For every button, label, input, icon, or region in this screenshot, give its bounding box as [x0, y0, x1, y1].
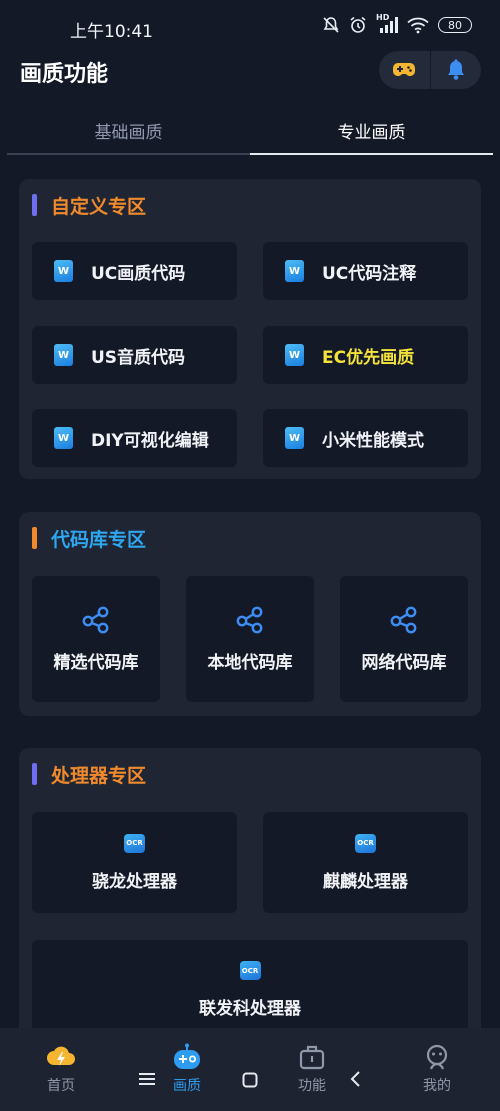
nav-features[interactable]: 功能	[297, 1043, 327, 1095]
tab-underline-pro	[250, 153, 493, 155]
section-processor-header: 处理器专区	[32, 762, 147, 787]
curated-code-library-button[interactable]: 精选代码库	[32, 576, 160, 702]
local-code-library-button[interactable]: 本地代码库	[186, 576, 314, 702]
curated-code-library-label: 精选代码库	[53, 652, 139, 673]
us-audio-code-label: US音质代码	[91, 347, 186, 368]
nav-features-label: 功能	[298, 1078, 326, 1094]
tab-pro-quality[interactable]: 专业画质	[250, 108, 493, 153]
nav-home[interactable]: 首页	[46, 1043, 76, 1095]
online-code-library-label: 网络代码库	[361, 652, 447, 673]
section-accent-bar	[32, 527, 37, 549]
nav-quality[interactable]: 画质	[172, 1043, 202, 1095]
diy-visual-editor-button[interactable]: W DIY可视化编辑	[32, 409, 237, 467]
ocr-chip-icon: OCR	[239, 961, 261, 980]
document-icon: W	[54, 260, 73, 282]
profile-icon	[426, 1044, 448, 1070]
quality-tabs: 基础画质 专业画质	[7, 108, 493, 156]
section-processor-title: 处理器专区	[51, 764, 147, 787]
menu-icon[interactable]	[139, 1072, 155, 1086]
document-icon: W	[285, 260, 304, 282]
ocr-chip-icon: OCR	[355, 833, 376, 853]
nav-home-label: 首页	[47, 1078, 75, 1094]
section-code-library-title: 代码库专区	[51, 528, 147, 551]
document-icon: W	[54, 344, 73, 366]
share-nodes-icon	[390, 606, 417, 633]
section-accent-bar	[32, 763, 37, 785]
alarm-icon	[350, 16, 366, 33]
xiaomi-performance-mode-button[interactable]: W 小米性能模式	[263, 409, 468, 467]
uc-code-notes-button[interactable]: W UC代码注释	[263, 242, 468, 300]
mute-icon	[323, 17, 339, 33]
nav-profile-label: 我的	[423, 1078, 451, 1094]
uc-quality-code-label: UC画质代码	[91, 263, 186, 284]
snapdragon-processor-button[interactable]: OCR 骁龙处理器	[32, 812, 237, 913]
toolbox-icon	[299, 1045, 325, 1070]
document-icon: W	[285, 427, 304, 449]
signal-icon: HD	[376, 13, 398, 34]
section-custom-title: 自定义专区	[51, 195, 147, 218]
document-icon: W	[54, 427, 73, 449]
home-square-icon[interactable]	[242, 1072, 258, 1088]
bottom-navigation: 首页 画质 功能 我的	[0, 1028, 500, 1111]
document-icon: W	[285, 344, 304, 366]
ocr-chip-icon: OCR	[124, 833, 145, 853]
notification-button[interactable]	[431, 51, 482, 89]
bell-icon	[447, 59, 464, 80]
diy-visual-editor-label: DIY可视化编辑	[91, 430, 209, 451]
xiaomi-performance-mode-label: 小米性能模式	[322, 430, 424, 451]
ec-priority-quality-button[interactable]: W EC优先画质	[263, 326, 468, 384]
status-time: 上午10:41	[70, 22, 153, 42]
mediatek-processor-button[interactable]: OCR 联发科处理器	[32, 940, 468, 1040]
nav-profile[interactable]: 我的	[422, 1043, 452, 1095]
page-title: 画质功能	[20, 62, 109, 87]
game-mode-button[interactable]	[379, 51, 430, 89]
battery-level: 80	[448, 18, 462, 32]
section-accent-bar	[32, 194, 37, 216]
back-icon[interactable]	[349, 1070, 361, 1088]
section-custom: 自定义专区 W UC画质代码 W UC代码注释 W US音质代码 W EC优先画…	[19, 179, 481, 479]
mediatek-processor-label: 联发科处理器	[199, 999, 301, 1019]
status-icons: HD 80	[322, 13, 472, 34]
section-code-library-header: 代码库专区	[32, 526, 147, 551]
tab-basic-quality[interactable]: 基础画质	[7, 108, 250, 153]
online-code-library-button[interactable]: 网络代码库	[340, 576, 468, 702]
uc-quality-code-button[interactable]: W UC画质代码	[32, 242, 237, 300]
battery-icon: 80	[438, 17, 472, 33]
lightning-cloud-icon	[47, 1046, 75, 1066]
status-bar: 上午10:41 HD 80	[0, 0, 500, 52]
section-processor: 处理器专区 OCR 骁龙处理器 OCR 麒麟处理器 OCR 联发科处理器	[19, 748, 481, 1048]
gamepad-icon	[393, 63, 416, 76]
kirin-processor-button[interactable]: OCR 麒麟处理器	[263, 812, 468, 913]
kirin-processor-label: 麒麟处理器	[323, 871, 408, 892]
snapdragon-processor-label: 骁龙处理器	[92, 871, 177, 892]
gamepad-robot-icon	[174, 1043, 200, 1069]
section-custom-header: 自定义专区	[32, 193, 147, 218]
share-nodes-icon	[82, 606, 109, 633]
header-actions	[379, 51, 481, 89]
tab-underline-basic	[7, 153, 250, 155]
uc-code-notes-label: UC代码注释	[322, 263, 417, 284]
share-nodes-icon	[236, 606, 263, 633]
us-audio-code-button[interactable]: W US音质代码	[32, 326, 237, 384]
nav-quality-label: 画质	[173, 1078, 201, 1094]
wifi-icon	[407, 17, 429, 34]
local-code-library-label: 本地代码库	[207, 652, 293, 673]
ec-priority-quality-label: EC优先画质	[322, 347, 415, 368]
section-code-library: 代码库专区 精选代码库 本地代码库 网络代码库	[19, 512, 481, 716]
